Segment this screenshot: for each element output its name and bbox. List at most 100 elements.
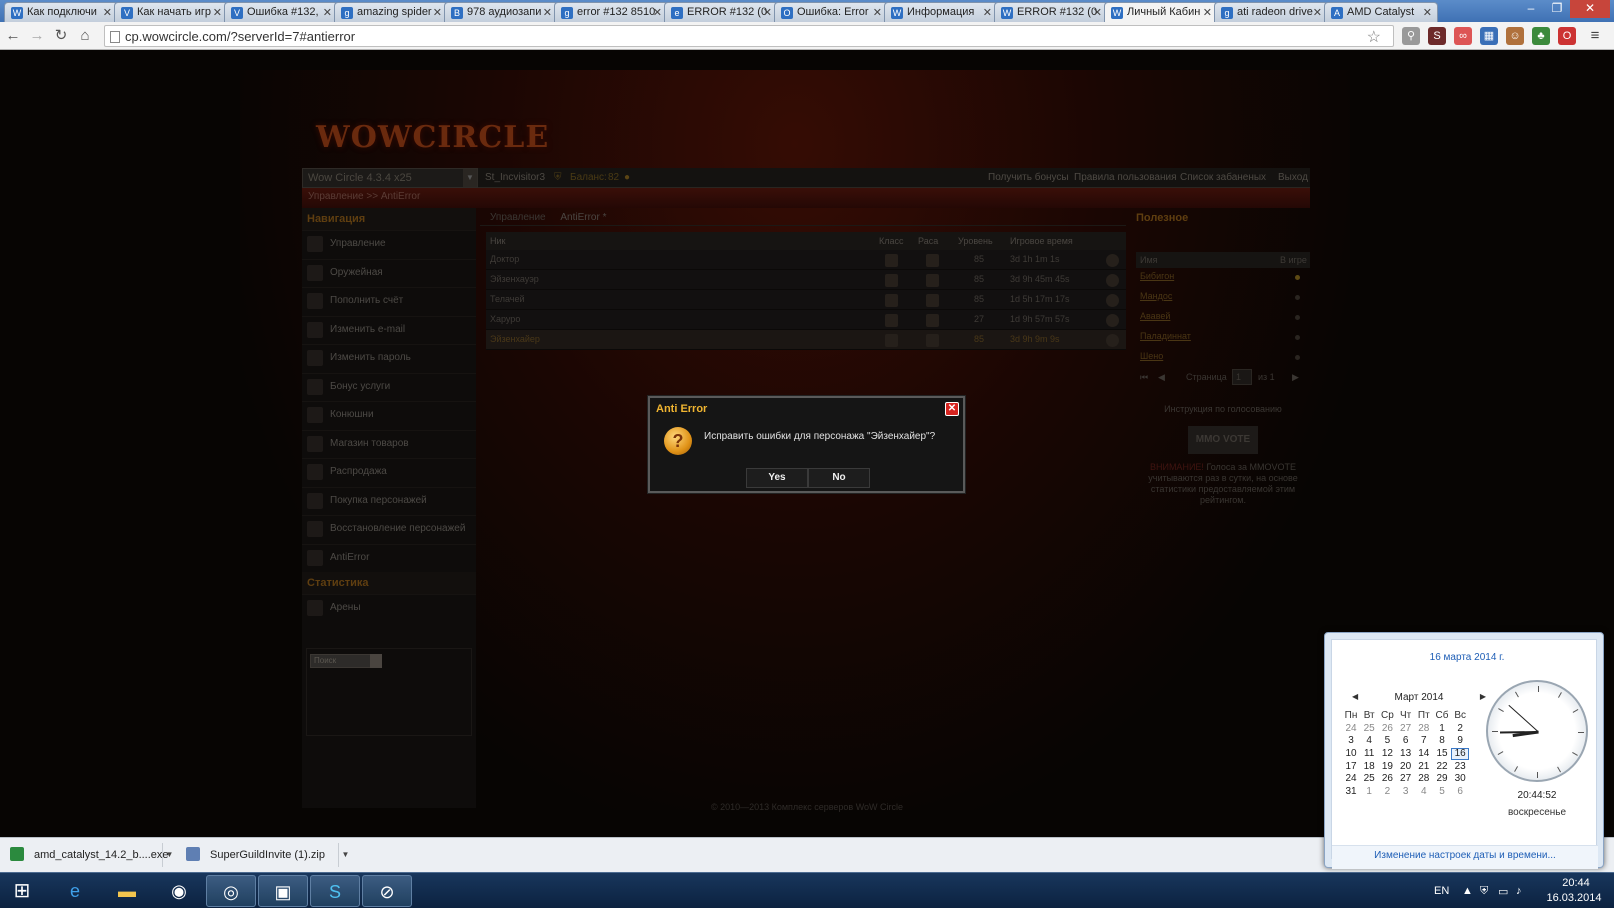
calendar-day[interactable]: 19 [1378,761,1396,772]
browser-tab[interactable]: W Информация ✕ [884,2,998,22]
monitor-icon[interactable]: ▭ [1498,885,1508,898]
calendar-day[interactable]: 26 [1378,723,1396,734]
extension-icon[interactable]: ♣ [1532,27,1550,45]
calendar-day[interactable]: 15 [1433,748,1451,759]
home-button[interactable]: ⌂ [76,27,94,45]
close-tab-icon[interactable]: ✕ [763,6,772,19]
save-disk-icon[interactable]: ▣ [258,875,308,907]
table-row[interactable]: Харуро 27 1d 9h 57m 57s [486,310,1126,330]
calendar-day[interactable]: 27 [1397,723,1415,734]
calendar-day[interactable]: 7 [1415,735,1433,746]
language-indicator[interactable]: EN [1434,885,1449,897]
action-icon[interactable] [1106,314,1119,327]
maximize-button[interactable]: ❐ [1544,0,1570,18]
vote-title[interactable]: Инструкция по голосованию [1136,404,1310,414]
reload-button[interactable]: ↻ [52,27,70,45]
tab-management[interactable]: Управление [490,212,546,223]
close-window-button[interactable]: ✕ [1570,0,1610,18]
calendar-day[interactable]: 3 [1397,786,1415,797]
close-tab-icon[interactable]: ✕ [1203,6,1212,19]
tray-clock-time[interactable]: 20:44 [1548,877,1604,889]
calendar-month-label[interactable]: Март 2014 [1395,692,1444,703]
download-item[interactable]: amd_catalyst_14.2_b....exe ▼ [10,843,176,867]
useful-link[interactable]: Мандос [1140,291,1172,301]
calendar-day[interactable]: 4 [1415,786,1433,797]
extension-icon[interactable]: ⚲ [1402,27,1420,45]
first-page-icon[interactable]: ⏮ [1140,372,1148,383]
sidebar-item[interactable]: Пополнить счёт [302,287,476,315]
close-tab-icon[interactable]: ✕ [1093,6,1102,19]
calendar-day[interactable]: 8 [1433,735,1451,746]
calendar-day[interactable]: 5 [1433,786,1451,797]
calendar-day[interactable]: 31 [1342,786,1360,797]
calendar-day[interactable]: 24 [1342,773,1360,784]
avatar-icon[interactable]: ☺ [1506,27,1524,45]
show-hidden-icons[interactable]: ▲ [1462,885,1473,897]
forward-button[interactable]: → [28,27,46,45]
close-tab-icon[interactable]: ✕ [983,6,992,19]
top-link-logout[interactable]: Выход [1278,172,1308,183]
media-player-icon[interactable]: ◉ [154,875,204,907]
sidebar-item[interactable]: Распродажа [302,458,476,486]
no-button[interactable]: No [808,468,870,488]
app-icon[interactable]: ⊘ [362,875,412,907]
close-tab-icon[interactable]: ✕ [213,6,222,19]
prev-page-icon[interactable]: ◀ [1158,372,1165,383]
sidebar-item[interactable]: Изменить e-mail [302,315,476,344]
calendar-day[interactable]: 22 [1433,761,1451,772]
browser-tab[interactable]: W ERROR #132 (0 ✕ [994,2,1108,22]
yes-button[interactable]: Yes [746,468,808,488]
volume-icon[interactable]: ♪ [1516,885,1522,897]
sidebar-item[interactable]: Бонус услуги [302,372,476,401]
bookmark-star-icon[interactable]: ☆ [1367,27,1381,47]
browser-tab[interactable]: g amazing spider ✕ [334,2,448,22]
sidebar-item[interactable]: Конюшни [302,401,476,429]
useful-link[interactable]: Бибигон [1140,271,1174,281]
skype-icon[interactable]: S [310,875,360,907]
browser-tab[interactable]: A AMD Catalyst ✕ [1324,2,1438,22]
calendar-day[interactable]: 27 [1397,773,1415,784]
top-link-rules[interactable]: Правила пользования [1074,172,1177,183]
close-tab-icon[interactable]: ✕ [1423,6,1432,19]
download-item[interactable]: SuperGuildInvite (1).zip ▼ [186,843,352,867]
server-select[interactable]: Wow Circle 4.3.4 x25 ▼ [302,168,478,188]
useful-link[interactable]: Ававей [1140,311,1170,321]
useful-link[interactable]: Паладиннат [1140,331,1191,341]
calendar-day[interactable]: 28 [1415,773,1433,784]
address-bar[interactable]: cp.wowcircle.com/?serverId=7#antierror ☆ [104,25,1394,47]
calendar-day[interactable]: 29 [1433,773,1451,784]
menu-icon[interactable]: ≡ [1586,27,1604,45]
calendar-day[interactable]: 1 [1433,723,1451,734]
top-link-banned[interactable]: Список забаненых [1180,172,1266,183]
calendar-day[interactable]: 25 [1360,723,1378,734]
close-icon[interactable]: ✕ [945,402,959,416]
sidebar-item[interactable]: Оружейная [302,258,476,287]
close-tab-icon[interactable]: ✕ [873,6,882,19]
prev-month-icon[interactable]: ◀ [1352,692,1358,701]
chevron-down-icon[interactable]: ▼ [162,843,176,867]
top-link-bonuses[interactable]: Получить бонусы [988,172,1069,183]
calendar-day[interactable]: 5 [1378,735,1396,746]
calendar-day[interactable]: 2 [1378,786,1396,797]
mmovote-logo[interactable]: MMO VOTE [1188,426,1258,454]
calendar-day[interactable]: 28 [1415,723,1433,734]
calendar-day[interactable]: 11 [1360,748,1378,759]
extension-icon[interactable]: ∞ [1454,27,1472,45]
calendar-day[interactable]: 30 [1451,773,1469,784]
action-icon[interactable] [1106,254,1119,267]
close-tab-icon[interactable]: ✕ [103,6,112,19]
next-page-icon[interactable]: ▶ [1292,372,1299,383]
sidebar-item[interactable]: Магазин товаров [302,429,476,458]
sidebar-item[interactable]: Управление [302,230,476,258]
calendar-day[interactable]: 14 [1415,748,1433,759]
calendar-day[interactable]: 2 [1451,723,1469,734]
browser-tab[interactable]: V Как начать игр ✕ [114,2,228,22]
start-button[interactable]: ⊞ [4,875,40,907]
chrome-icon[interactable]: ◎ [206,875,256,907]
browser-tab[interactable]: W Как подключи ✕ [4,2,118,22]
close-tab-icon[interactable]: ✕ [653,6,662,19]
action-icon[interactable] [1106,294,1119,307]
site-logo[interactable]: WOWCIRCLE [316,120,549,155]
close-tab-icon[interactable]: ✕ [323,6,332,19]
calendar-day[interactable]: 1 [1360,786,1378,797]
